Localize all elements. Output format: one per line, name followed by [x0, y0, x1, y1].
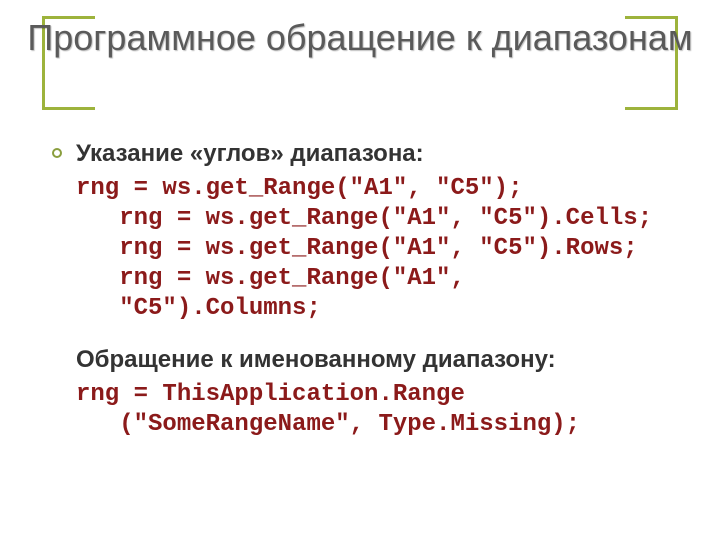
body: Указание «углов» диапазона: rng = ws.get… [76, 140, 680, 458]
bullet-icon [52, 148, 62, 158]
section1-heading: Указание «углов» диапазона: [76, 140, 680, 168]
slide-title: Программное обращение к диапазонам [19, 14, 700, 66]
title-container: Программное обращение к диапазонам [0, 0, 720, 66]
section1-code: rng = ws.get_Range("A1", "C5"); rng = ws… [76, 174, 680, 324]
section2-code: rng = ThisApplication.Range ("SomeRangeN… [76, 380, 680, 440]
section2-heading: Обращение к именованному диапазону: [76, 346, 680, 374]
slide: Программное обращение к диапазонам Указа… [0, 0, 720, 540]
